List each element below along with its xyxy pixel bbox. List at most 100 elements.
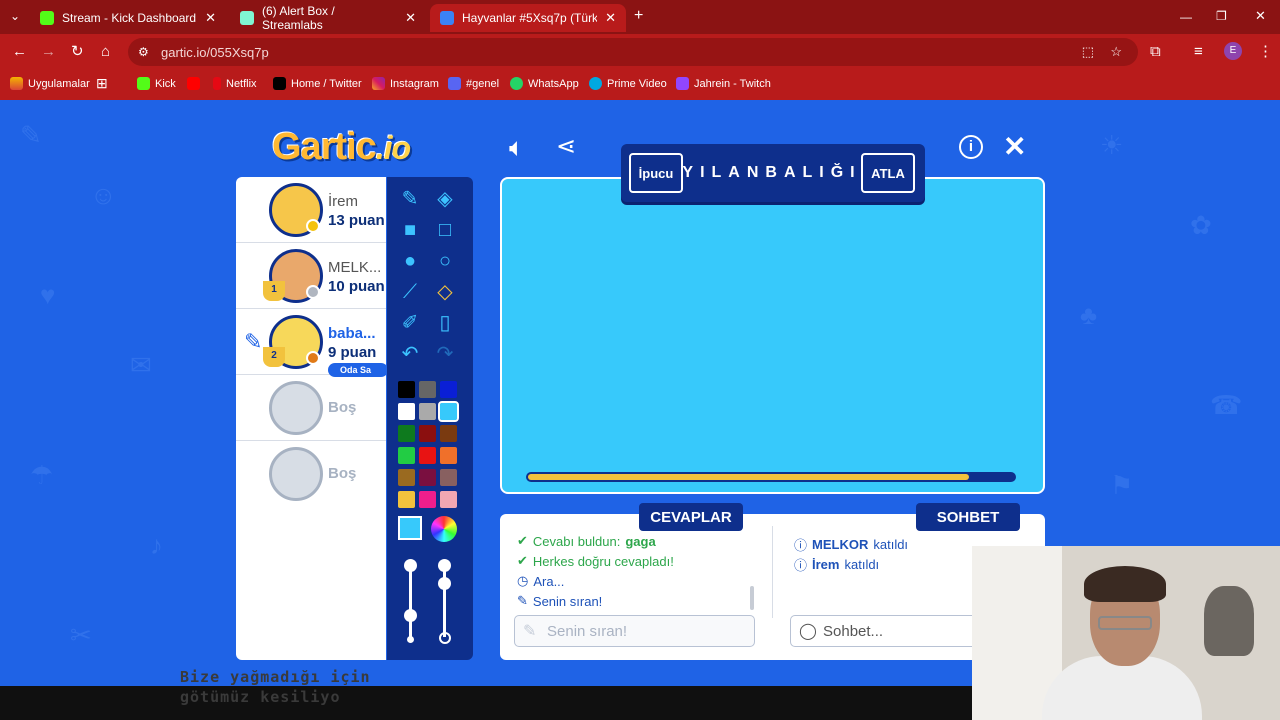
profile-avatar[interactable]: E [1224, 42, 1242, 60]
bookmark-kick[interactable]: Kick [137, 77, 176, 90]
close-icon[interactable]: ✕ [405, 10, 416, 26]
webcam-overlay [972, 546, 1280, 720]
rectangle-icon[interactable]: □ [430, 216, 460, 244]
bookmark-prime[interactable]: Prime Video [589, 77, 667, 90]
redo-icon[interactable]: ↷ [430, 340, 460, 368]
minimize-icon[interactable]: — [1180, 7, 1192, 27]
skip-button[interactable]: ATLA [861, 153, 915, 193]
extensions-icon[interactable]: ⧉ [1150, 42, 1161, 62]
share-icon[interactable]: ⋖ [556, 133, 576, 161]
bookmark-youtube[interactable] [187, 77, 200, 90]
scrollbar[interactable] [750, 586, 754, 610]
color-swatch[interactable] [398, 425, 415, 442]
circle-icon[interactable]: ○ [430, 247, 460, 275]
filled-circle-icon[interactable]: ● [395, 247, 425, 275]
bookmark-discord[interactable]: #genel [448, 77, 499, 90]
bookmark-instagram[interactable]: Instagram [372, 77, 439, 90]
opacity-slider-handle[interactable] [438, 559, 451, 572]
clear-page-icon[interactable]: ▯ [430, 309, 460, 337]
home-icon[interactable]: ⌂ [101, 42, 110, 62]
color-swatch[interactable] [440, 425, 457, 442]
drawing-toolbar: ✎ ◈ ■ □ ● ○ ⟋ ◇ ✐ ▯ ↶ ↷ [387, 177, 473, 660]
color-swatch[interactable] [440, 491, 457, 508]
color-swatch[interactable] [419, 491, 436, 508]
info-icon[interactable]: i [959, 135, 983, 159]
background-doodle-icon: ☀ [1100, 130, 1124, 160]
color-swatch[interactable] [398, 403, 415, 420]
player-card[interactable]: 1 MELK... 10 puan [236, 243, 386, 309]
filled-rectangle-icon[interactable]: ■ [395, 216, 425, 244]
line-tool-icon[interactable]: ⟋ [395, 278, 425, 306]
sound-icon[interactable]: 🔈︎ [509, 133, 525, 161]
menu-icon[interactable]: ⋮ [1258, 42, 1273, 62]
close-icon[interactable]: ✕ [605, 10, 616, 26]
color-swatch[interactable] [419, 381, 436, 398]
color-swatch[interactable] [419, 447, 436, 464]
tab-kick[interactable]: Stream - Kick Dashboard ✕ [30, 4, 226, 32]
forward-icon[interactable]: → [41, 42, 56, 62]
tab-streamlabs[interactable]: (6) Alert Box / Streamlabs ✕ [230, 4, 426, 32]
fill-bucket-icon[interactable]: ◈ [430, 185, 460, 213]
tab-search-icon[interactable]: ⌄ [10, 6, 20, 26]
hint-button[interactable]: İpucu [629, 153, 683, 193]
color-swatch[interactable] [398, 447, 415, 464]
color-swatch[interactable] [440, 447, 457, 464]
apps-icon [10, 77, 23, 90]
new-tab-icon[interactable]: + [634, 6, 643, 26]
pencil-tool-icon[interactable]: ✎ [395, 185, 425, 213]
pencil-icon: ✎ [244, 329, 263, 354]
color-swatch[interactable] [419, 403, 436, 420]
color-wheel-icon[interactable] [431, 516, 457, 542]
answer-message: ✔ Cevabı buldun: gaga [517, 533, 656, 549]
eyedropper-icon[interactable]: ✐ [395, 309, 425, 337]
bookmark-twitch[interactable]: Jahrein - Twitch [676, 77, 771, 90]
bookmark-apps[interactable]: Uygulamalar [10, 77, 90, 90]
tab-answers[interactable]: CEVAPLAR [639, 503, 743, 531]
twitch-icon [676, 77, 689, 90]
answer-input[interactable]: ✎ Senin sıran! [514, 615, 755, 647]
size-slider-handle[interactable] [404, 559, 417, 572]
background-doodle-icon: ♥ [40, 280, 56, 310]
url-field[interactable]: ⚙ gartic.io/055Xsq7p ⬚ ☆ [128, 38, 1138, 66]
player-card-empty: Boş [236, 375, 386, 441]
back-icon[interactable]: ← [12, 42, 27, 62]
color-swatch[interactable] [419, 469, 436, 486]
reload-icon[interactable]: ↻ [71, 42, 84, 62]
background-doodle-icon: ✂ [70, 620, 92, 650]
size-slider-handle[interactable] [404, 609, 417, 622]
color-swatch[interactable] [398, 491, 415, 508]
background-doodle-icon: ♣ [1080, 300, 1098, 330]
kick-icon [137, 77, 150, 90]
bookmark-twitter[interactable]: Home / Twitter [273, 77, 362, 90]
tab-gartic[interactable]: Hayvanlar #5Xsq7p (Türkçe) - G ✕ [430, 4, 626, 32]
player-card[interactable]: ✎ 2 baba... 9 puan Oda Sa [236, 309, 388, 377]
color-swatch[interactable] [398, 381, 415, 398]
undo-icon[interactable]: ↶ [395, 340, 425, 368]
window-close-icon[interactable]: ✕ [1255, 6, 1266, 26]
drawing-canvas[interactable] [500, 177, 1045, 494]
color-swatch[interactable] [440, 381, 457, 398]
color-swatch[interactable] [398, 469, 415, 486]
bookmark-netflix[interactable]: Netflix [213, 77, 257, 90]
exit-icon[interactable]: ✕ [1003, 133, 1026, 161]
tab-chat[interactable]: SOHBET [916, 503, 1020, 531]
caption-line: Bize yağmadığı için [180, 668, 371, 686]
gartic-logo[interactable]: Gartic.io [272, 126, 411, 169]
bookmark-star-icon[interactable]: ☆ [1110, 44, 1122, 60]
close-icon[interactable]: ✕ [205, 10, 216, 26]
empty-avatar [269, 447, 323, 501]
player-name: Boş [328, 399, 357, 416]
color-swatch[interactable] [440, 469, 457, 486]
check-icon: ✔ [517, 533, 528, 548]
color-swatch[interactable] [419, 425, 436, 442]
eraser-icon[interactable]: ◇ [430, 278, 460, 306]
media-icon[interactable]: ≡ [1194, 42, 1203, 62]
player-card[interactable]: İrem 13 puan [236, 177, 386, 243]
color-swatch[interactable] [438, 401, 459, 422]
bookmark-whatsapp[interactable]: WhatsApp [510, 77, 579, 90]
tab-groups-icon[interactable]: ⊞ [96, 75, 108, 92]
maximize-icon[interactable]: ❐ [1216, 6, 1227, 26]
opacity-slider-handle[interactable] [438, 577, 451, 590]
site-info-icon[interactable]: ⚙ [138, 45, 149, 59]
install-icon[interactable]: ⬚ [1082, 44, 1094, 60]
